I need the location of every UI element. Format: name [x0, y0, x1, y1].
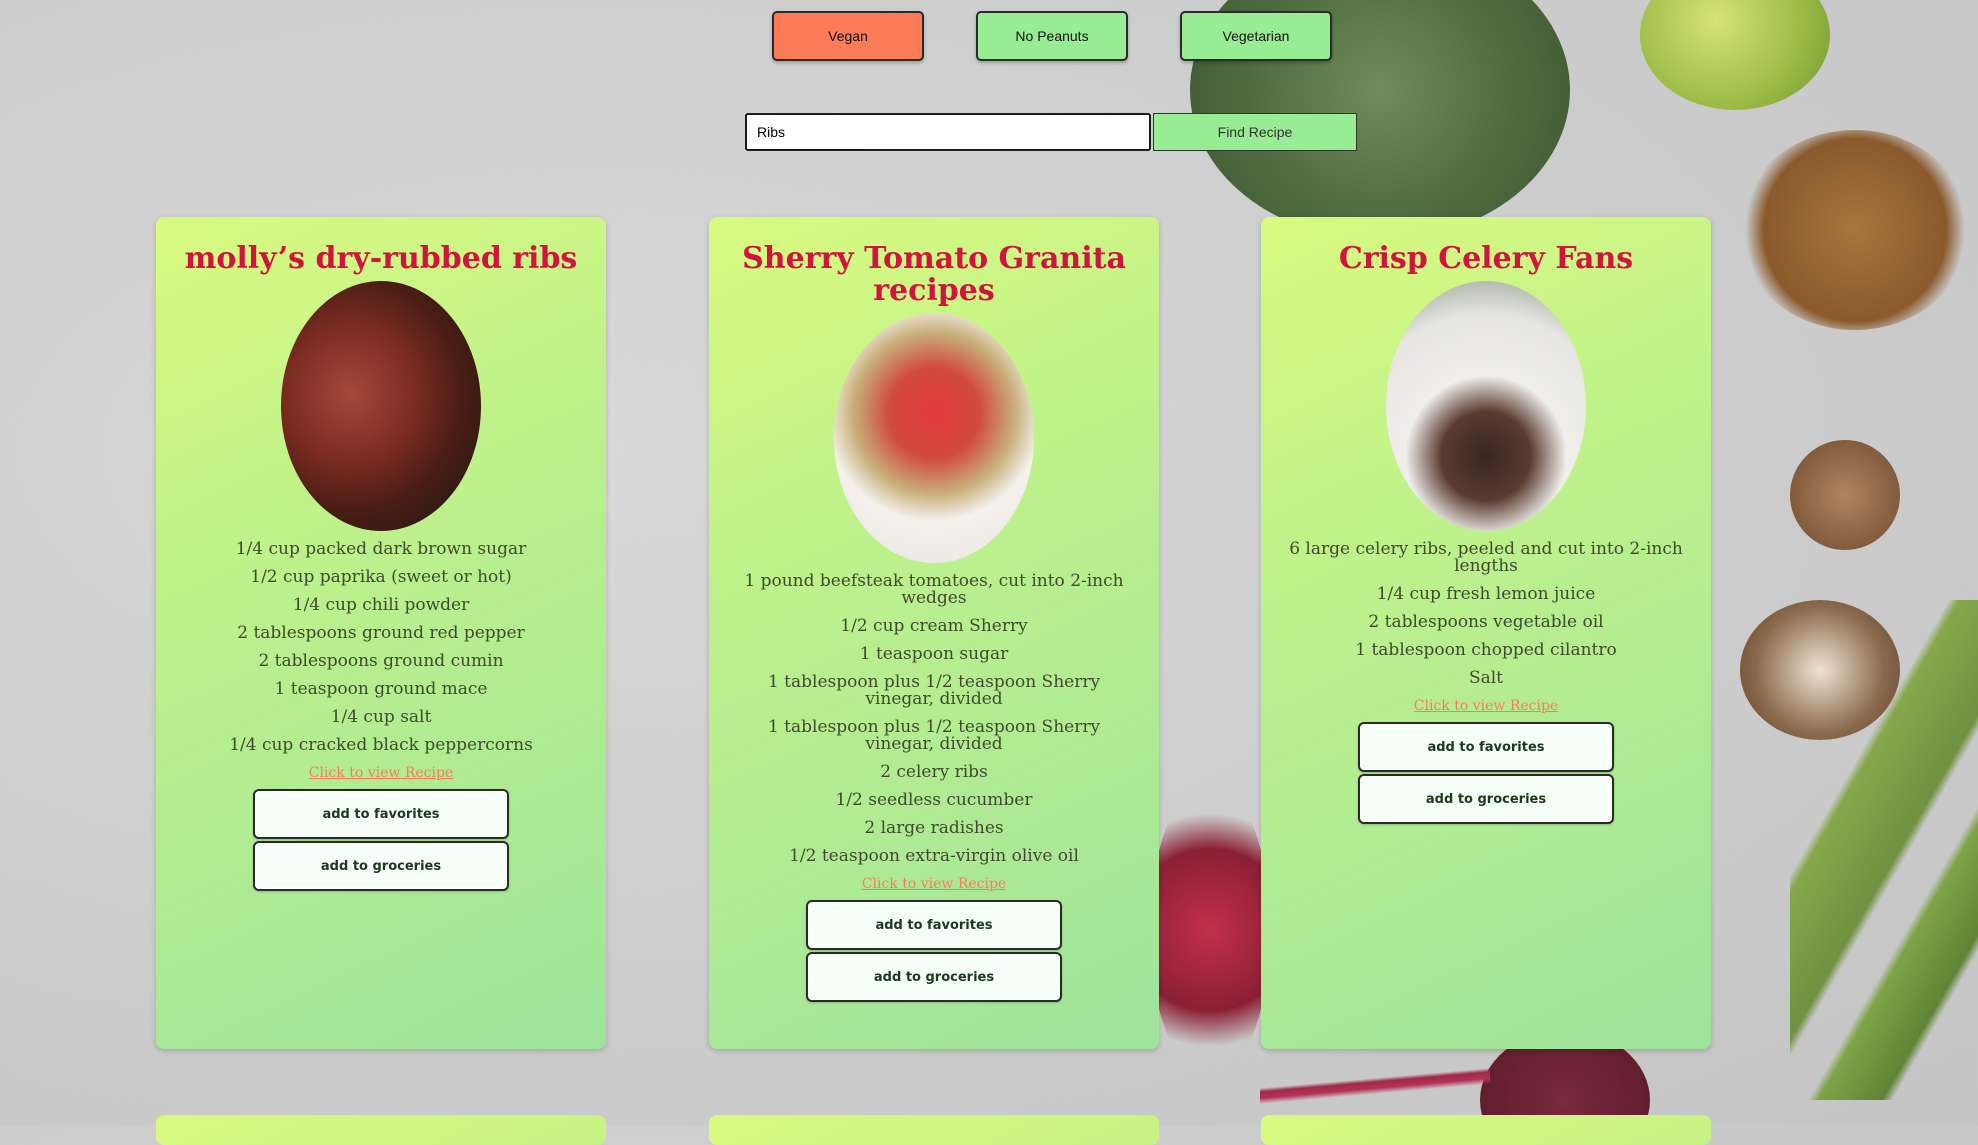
recipe-title: Crisp Celery Fans: [1338, 241, 1634, 276]
ingredient-item: 1/2 teaspoon extra-virgin olive oil: [789, 846, 1079, 866]
ingredient-item: 1 teaspoon ground mace: [274, 679, 488, 699]
ingredient-item: 1/2 cup cream Sherry: [840, 616, 1028, 636]
ingredient-item: 1 tablespoon chopped cilantro: [1355, 640, 1617, 660]
ingredient-item: 1 pound beefsteak tomatoes, cut into 2-i…: [744, 571, 1124, 608]
walnuts-image: [1740, 130, 1970, 330]
asparagus-image: [1790, 600, 1978, 1100]
mushroom-image: [1790, 440, 1900, 550]
ingredient-item: 1 tablespoon plus 1/2 teaspoon Sherry vi…: [767, 717, 1101, 754]
ingredient-item: Salt: [1468, 668, 1504, 688]
apple-image: [1640, 0, 1830, 110]
recipe-photo: [1386, 281, 1586, 531]
ingredient-item: 2 tablespoons vegetable oil: [1368, 612, 1604, 632]
search-input[interactable]: [745, 113, 1151, 151]
add-to-groceries-button[interactable]: add to groceries: [1358, 774, 1614, 824]
ingredient-item: 2 large radishes: [864, 818, 1004, 838]
ingredient-item: 1/4 cup packed dark brown sugar: [235, 539, 527, 559]
ingredient-item: 6 large celery ribs, peeled and cut into…: [1289, 539, 1683, 576]
recipe-photo: [834, 313, 1034, 563]
recipe-card-partial: [1261, 1115, 1711, 1145]
recipe-card-partial: [156, 1115, 606, 1145]
add-to-favorites-button[interactable]: add to favorites: [1358, 722, 1614, 772]
diet-filter-bar: Vegan No Peanuts Vegetarian: [772, 11, 1332, 61]
ingredient-item: 2 celery ribs: [880, 762, 988, 782]
recipe-card: Sherry Tomato Granita recipes 1 pound be…: [709, 217, 1159, 1049]
find-recipe-button[interactable]: Find Recipe: [1153, 113, 1357, 151]
recipe-card-partial: [709, 1115, 1159, 1145]
ingredient-list: 1/4 cup packed dark brown sugar 1/2 cup …: [178, 541, 584, 765]
filter-vegan-button[interactable]: Vegan: [772, 11, 924, 61]
recipe-card: Crisp Celery Fans 6 large celery ribs, p…: [1261, 217, 1711, 1049]
add-to-groceries-button[interactable]: add to groceries: [806, 952, 1062, 1002]
ingredient-list: 1 pound beefsteak tomatoes, cut into 2-i…: [731, 573, 1137, 876]
recipe-card: molly’s dry-rubbed ribs 1/4 cup packed d…: [156, 217, 606, 1049]
add-to-favorites-button[interactable]: add to favorites: [806, 900, 1062, 950]
filter-no-peanuts-button[interactable]: No Peanuts: [976, 11, 1128, 61]
ingredient-item: 1 teaspoon sugar: [859, 644, 1009, 664]
ingredient-item: 1 tablespoon plus 1/2 teaspoon Sherry vi…: [767, 672, 1101, 709]
view-recipe-link[interactable]: Click to view Recipe: [309, 765, 453, 781]
ingredient-item: 2 tablespoons ground red pepper: [237, 623, 525, 643]
ingredient-item: 1/4 cup chili powder: [292, 595, 470, 615]
ingredient-list: 6 large celery ribs, peeled and cut into…: [1283, 541, 1689, 698]
add-to-groceries-button[interactable]: add to groceries: [253, 841, 509, 891]
recipe-photo: [281, 281, 481, 531]
view-recipe-link[interactable]: Click to view Recipe: [862, 876, 1006, 892]
ingredient-item: 1/2 seedless cucumber: [835, 790, 1033, 810]
recipe-title: Sherry Tomato Granita recipes: [742, 241, 1126, 308]
ingredient-item: 1/4 cup fresh lemon juice: [1376, 584, 1596, 604]
ingredient-item: 2 tablespoons ground cumin: [258, 651, 504, 671]
berries-image: [1150, 780, 1270, 1080]
ingredient-item: 1/2 cup paprika (sweet or hot): [250, 567, 512, 587]
view-recipe-link[interactable]: Click to view Recipe: [1414, 698, 1558, 714]
beet-stems-image: [1260, 1060, 1490, 1120]
ingredient-item: 1/4 cup salt: [330, 707, 432, 727]
recipe-title: molly’s dry-rubbed ribs: [184, 241, 578, 276]
ingredient-item: 1/4 cup cracked black peppercorns: [229, 735, 533, 755]
add-to-favorites-button[interactable]: add to favorites: [253, 789, 509, 839]
filter-vegetarian-button[interactable]: Vegetarian: [1180, 11, 1332, 61]
search-bar: Find Recipe: [745, 113, 1357, 151]
